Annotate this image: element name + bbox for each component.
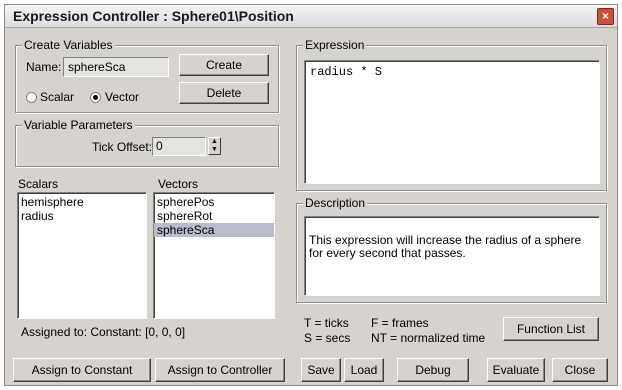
- scalars-list[interactable]: hemisphere radius: [17, 192, 147, 319]
- delete-button[interactable]: Delete: [179, 82, 269, 104]
- description-legend: Description: [303, 196, 368, 210]
- save-button[interactable]: Save: [301, 358, 341, 382]
- help-frames: F = frames: [371, 316, 429, 330]
- create-variables-group: Create Variables Name: sphereSca Create …: [15, 38, 279, 113]
- description-textbox[interactable]: This expression will increase the radius…: [304, 216, 600, 296]
- expression-editor[interactable]: radius * S: [304, 60, 600, 184]
- expression-text: radius * S: [310, 65, 383, 79]
- scalars-list-item[interactable]: radius: [18, 209, 146, 223]
- close-button[interactable]: Close: [552, 358, 608, 382]
- create-variables-legend: Create Variables: [22, 38, 115, 52]
- function-list-button[interactable]: Function List: [503, 317, 599, 341]
- title-bar[interactable]: Expression Controller : Sphere01\Positio…: [5, 5, 617, 28]
- variable-name-value: sphereSca: [68, 60, 126, 74]
- scalars-label: Scalars: [18, 177, 59, 191]
- scalars-list-item[interactable]: hemisphere: [18, 195, 146, 209]
- variable-name-field[interactable]: sphereSca: [63, 57, 169, 77]
- assign-to-constant-button[interactable]: Assign to Constant: [13, 358, 151, 382]
- help-normalized-time: NT = normalized time: [371, 331, 486, 345]
- expression-legend: Expression: [303, 38, 367, 52]
- expression-group: Expression radius * S: [296, 38, 607, 191]
- vector-radio[interactable]: [90, 92, 101, 103]
- spin-up-icon[interactable]: ▲: [209, 138, 220, 146]
- vectors-list-item[interactable]: sphereRot: [154, 209, 274, 223]
- tick-offset-value: 0: [156, 139, 163, 153]
- description-text: This expression will increase the radius…: [309, 233, 582, 260]
- vector-radio-selected-dot: [93, 95, 98, 100]
- debug-button[interactable]: Debug: [397, 358, 469, 382]
- name-label: Name:: [26, 60, 62, 74]
- vectors-label: Vectors: [158, 177, 199, 191]
- help-secs: S = secs: [304, 331, 351, 345]
- window-title: Expression Controller : Sphere01\Positio…: [13, 8, 294, 24]
- assign-to-controller-button[interactable]: Assign to Controller: [155, 358, 285, 382]
- load-button[interactable]: Load: [344, 358, 384, 382]
- scalar-radio[interactable]: [26, 92, 37, 103]
- create-button[interactable]: Create: [179, 54, 269, 76]
- variable-parameters-legend: Variable Parameters: [22, 118, 135, 132]
- tick-offset-spinner[interactable]: ▲ ▼: [208, 137, 221, 155]
- assigned-to-status: Assigned to: Constant: [0, 0, 0]: [21, 325, 186, 339]
- vectors-list-item[interactable]: spherePos: [154, 195, 274, 209]
- description-group: Description This expression will increas…: [296, 196, 607, 303]
- scalar-radio-label[interactable]: Scalar: [40, 90, 74, 104]
- variable-parameters-group: Variable Parameters Tick Offset: 0 ▲ ▼: [15, 118, 279, 167]
- vectors-list-item-selected[interactable]: sphereSca: [154, 223, 274, 237]
- help-ticks: T = ticks: [304, 316, 349, 330]
- evaluate-button[interactable]: Evaluate: [487, 358, 545, 382]
- tick-offset-label: Tick Offset:: [92, 140, 153, 154]
- vectors-list[interactable]: spherePos sphereRot sphereSca: [153, 192, 275, 319]
- vector-radio-label[interactable]: Vector: [105, 90, 139, 104]
- expression-controller-window: Expression Controller : Sphere01\Positio…: [4, 4, 618, 386]
- spin-down-icon[interactable]: ▼: [209, 146, 220, 154]
- tick-offset-field[interactable]: 0: [152, 137, 206, 156]
- close-icon[interactable]: ×: [597, 8, 614, 25]
